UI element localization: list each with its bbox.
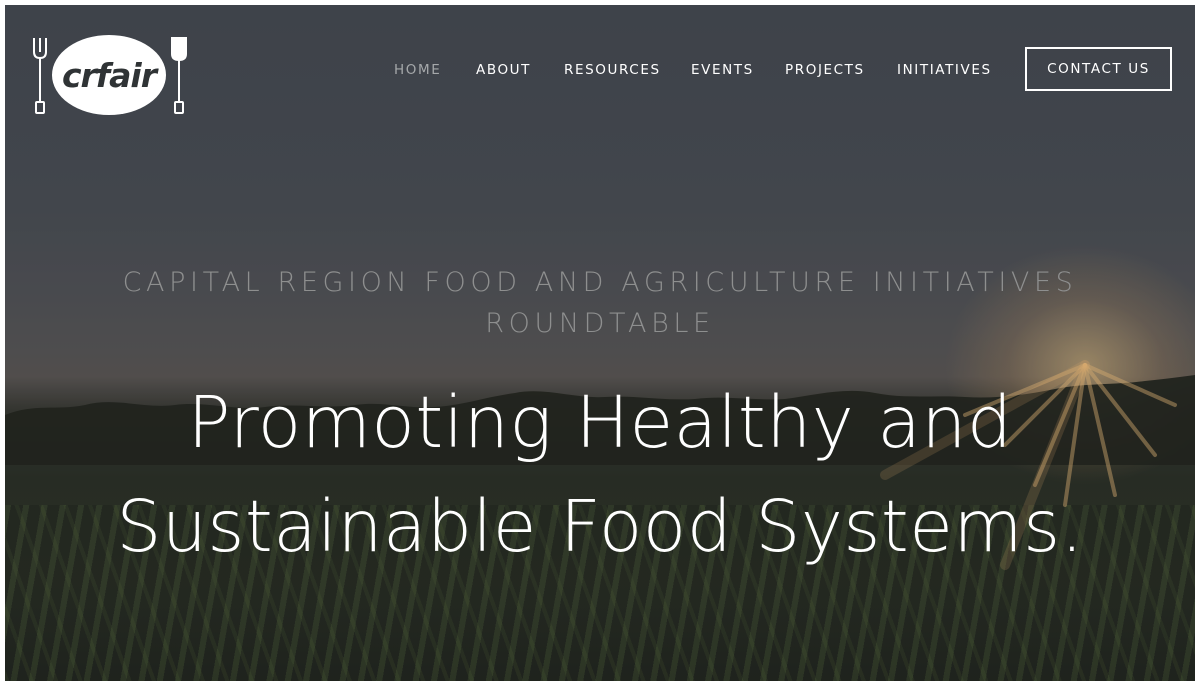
- nav-projects[interactable]: PROJECTS: [785, 62, 865, 78]
- contact-us-button[interactable]: CONTACT US: [1025, 47, 1172, 91]
- hero-headline-line-1: Promoting Healthy and: [187, 381, 1013, 464]
- main-nav: HOME ABOUT RESOURCES EVENTS PROJECTS INI…: [5, 62, 1195, 88]
- nav-initiatives[interactable]: INITIATIVES: [897, 62, 992, 78]
- nav-home[interactable]: HOME: [394, 62, 441, 78]
- hero-section: crfair HOME ABOUT RESOURCES EVENTS PROJE…: [5, 5, 1195, 681]
- nav-events[interactable]: EVENTS: [691, 62, 754, 78]
- nav-about[interactable]: ABOUT: [476, 62, 531, 78]
- nav-resources[interactable]: RESOURCES: [564, 62, 661, 78]
- hero-kicker-line-2: ROUNDTABLE: [485, 308, 715, 339]
- hero-headline-line-2: Sustainable Food Systems.: [116, 485, 1084, 568]
- hero-headline: Promoting Healthy and Sustainable Food S…: [5, 371, 1195, 579]
- hero-kicker-line-1: CAPITAL REGION FOOD AND AGRICULTURE INIT…: [122, 267, 1078, 298]
- hero-kicker: CAPITAL REGION FOOD AND AGRICULTURE INIT…: [5, 262, 1195, 344]
